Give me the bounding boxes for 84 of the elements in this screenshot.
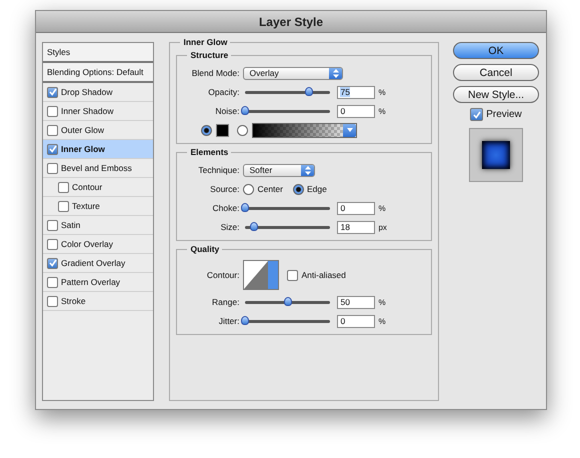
unit-label: % xyxy=(378,298,386,306)
unit-label: % xyxy=(378,106,386,116)
slider-thumb[interactable] xyxy=(241,202,250,212)
field-label: Technique: xyxy=(197,165,240,175)
sidebar-item[interactable]: Satin xyxy=(43,216,154,235)
radio-button[interactable] xyxy=(201,124,212,136)
unit-label: % xyxy=(378,88,386,96)
radio-button[interactable] xyxy=(237,124,248,136)
checkbox[interactable] xyxy=(47,124,58,136)
field-label: Source: xyxy=(209,184,240,194)
field-label: Choke: xyxy=(212,203,240,213)
field-label: Opacity: xyxy=(207,87,240,97)
checkbox[interactable] xyxy=(47,144,58,154)
color-swatch[interactable] xyxy=(216,124,230,136)
slider-thumb[interactable] xyxy=(305,86,314,96)
checkbox[interactable] xyxy=(287,270,298,280)
check-icon xyxy=(48,145,56,153)
sidebar-item[interactable]: Texture xyxy=(43,197,154,216)
caret-icon xyxy=(346,128,353,132)
radio-button[interactable] xyxy=(292,184,304,194)
radio-button[interactable] xyxy=(243,184,254,194)
dialog-button[interactable]: Cancel xyxy=(453,64,539,81)
gradient-picker[interactable] xyxy=(252,122,358,138)
unit-label: % xyxy=(378,316,386,326)
field-label: Blend Mode: xyxy=(190,68,240,78)
input-field[interactable]: 0 xyxy=(337,202,376,214)
sidebar-item[interactable]: Gradient Overlay xyxy=(43,254,154,273)
field-label: Range: xyxy=(211,297,240,307)
sidebar-item[interactable]: Stroke xyxy=(43,292,154,311)
checkbox[interactable] xyxy=(58,200,69,212)
checkbox[interactable] xyxy=(47,86,58,98)
dropdown[interactable]: Overlay xyxy=(243,66,344,80)
unit-label: px xyxy=(378,222,387,232)
sidebar-item[interactable]: Pattern Overlay xyxy=(43,273,154,292)
checkbox[interactable] xyxy=(47,258,58,268)
dialog-button[interactable]: New Style... xyxy=(453,86,539,103)
checkbox[interactable] xyxy=(47,106,58,116)
input-field[interactable]: 0 xyxy=(337,314,376,328)
window-title: Layer Style xyxy=(258,14,324,28)
dropdown[interactable]: Softer xyxy=(243,164,316,176)
group-title: Quality xyxy=(187,244,222,254)
sidebar-item[interactable]: Contour xyxy=(43,178,154,197)
checkbox[interactable] xyxy=(47,296,58,306)
sidebar-item[interactable]: Styles xyxy=(43,43,154,63)
sidebar-item[interactable]: Inner Glow xyxy=(43,140,154,159)
input-field[interactable]: 75 xyxy=(337,86,376,98)
checkbox-label: Anti-aliased xyxy=(301,270,346,280)
slider-thumb[interactable] xyxy=(250,222,258,230)
checkbox[interactable] xyxy=(47,276,58,288)
checkbox[interactable] xyxy=(47,238,58,250)
sidebar-item[interactable]: Bevel and Emboss xyxy=(43,159,154,178)
contour-picker[interactable] xyxy=(243,260,280,290)
checkbox[interactable] xyxy=(470,108,484,121)
check-icon xyxy=(48,88,56,96)
sidebar-item[interactable]: Color Overlay xyxy=(43,235,154,254)
sidebar-item[interactable]: Inner Shadow xyxy=(43,102,154,121)
check-icon xyxy=(472,110,481,118)
sidebar-item[interactable]: Blending Options: Default xyxy=(43,63,154,83)
updown-icon xyxy=(304,166,311,174)
unit-label: % xyxy=(378,204,386,212)
sidebar-item[interactable]: Drop Shadow xyxy=(43,83,154,102)
group-title: Structure xyxy=(187,50,232,60)
field-label: Contour: xyxy=(206,270,240,280)
slider-thumb[interactable] xyxy=(241,316,250,324)
preview-thumbnail xyxy=(469,128,523,182)
field-label: Noise: xyxy=(214,106,240,116)
check-icon xyxy=(48,259,56,267)
input-field[interactable]: 18 xyxy=(337,220,376,234)
input-field[interactable]: 0 xyxy=(337,104,376,118)
group-title: Elements xyxy=(187,147,232,157)
panel-title: Inner Glow xyxy=(180,37,230,47)
input-field[interactable]: 50 xyxy=(337,296,376,308)
field-label: Jitter: xyxy=(218,316,240,326)
checkbox[interactable] xyxy=(47,162,58,174)
updown-icon xyxy=(332,68,339,78)
slider-thumb[interactable] xyxy=(241,106,250,114)
slider-thumb[interactable] xyxy=(284,296,292,306)
dialog-button[interactable]: OK xyxy=(453,42,539,59)
checkbox-label: Preview xyxy=(486,109,522,120)
option-label: Edge xyxy=(306,184,327,194)
checkbox[interactable] xyxy=(58,182,69,192)
field-label: Size: xyxy=(220,222,240,232)
checkbox[interactable] xyxy=(47,220,58,230)
option-label: Center xyxy=(257,184,283,194)
